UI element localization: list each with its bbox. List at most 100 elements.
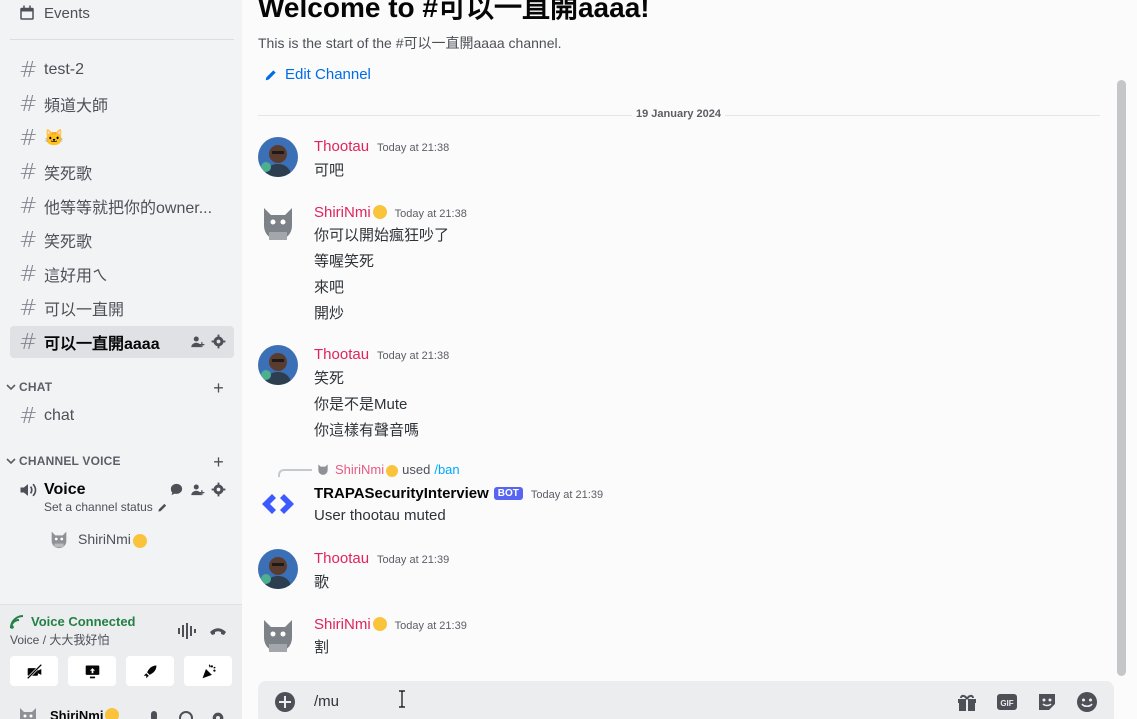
gear-icon[interactable] — [211, 482, 226, 497]
channel-label: chat — [44, 407, 75, 424]
cat-avatar-icon[interactable] — [258, 614, 298, 654]
face-emoji-icon — [132, 534, 147, 548]
message-text: 你可以開始瘋狂吵了 — [314, 227, 450, 244]
voice-connected-label: Voice Connected — [31, 614, 136, 629]
cat-avatar-icon — [51, 531, 67, 549]
channel-label: 可以一直開aaaa — [44, 336, 160, 353]
disconnect-icon[interactable] — [208, 621, 228, 641]
chat-bubble-icon[interactable] — [169, 482, 184, 497]
headphones-icon[interactable] — [178, 710, 194, 719]
sticker-icon[interactable] — [1036, 691, 1058, 713]
channel-item[interactable]: # 笑死歌 — [10, 224, 234, 256]
signal-icon — [10, 614, 24, 629]
emoji-icon[interactable] — [1076, 691, 1098, 713]
channel-item[interactable]: # 笑死歌 — [10, 156, 234, 188]
gear-icon[interactable] — [211, 334, 226, 349]
message-input[interactable]: /mu — [314, 693, 339, 710]
channel-label: 這好用ㄟ — [44, 268, 109, 285]
category-label: CHANNEL VOICE — [19, 454, 121, 468]
bot-avatar-icon[interactable] — [258, 484, 298, 524]
channel-item-active[interactable]: # 可以一直開aaaa — [10, 326, 234, 358]
cat-avatar-icon[interactable] — [258, 202, 298, 242]
camera-off-button[interactable] — [10, 656, 58, 686]
scrollbar-thumb[interactable] — [1117, 80, 1126, 676]
channel-label: 笑死歌 — [44, 166, 93, 183]
message-text: 來吧 — [314, 279, 345, 296]
channel-start-text: This is the start of the #可以一直開aaaa chan… — [258, 35, 562, 51]
user-panel: ShiriNmi — [0, 692, 242, 719]
microphone-icon[interactable] — [146, 710, 162, 719]
hash-icon: # — [19, 261, 38, 287]
hash-icon: # — [19, 227, 38, 253]
face-emoji-icon — [372, 205, 387, 219]
screen-share-button[interactable] — [68, 656, 116, 686]
user-avatar[interactable] — [258, 549, 298, 589]
events-label: Events — [44, 4, 90, 22]
pencil-icon — [158, 503, 166, 512]
edit-channel-label: Edit Channel — [285, 66, 371, 83]
user-name[interactable]: ShiriNmi — [50, 706, 120, 719]
noise-suppression-icon[interactable] — [176, 621, 196, 641]
invite-user-icon[interactable] — [190, 334, 205, 349]
gear-icon[interactable] — [210, 710, 226, 719]
channel-item[interactable]: # 頻道大師 — [10, 88, 234, 120]
party-icon — [202, 663, 216, 678]
voice-channel-item[interactable]: Voice — [10, 478, 234, 502]
add-channel-button[interactable]: + — [213, 452, 224, 473]
channel-item[interactable]: # 🐱 — [10, 122, 234, 154]
message-text: 笑死 — [314, 370, 345, 387]
activities-button[interactable] — [126, 656, 174, 686]
chevron-down-icon — [6, 458, 16, 465]
user-avatar[interactable] — [258, 345, 298, 385]
channel-label: 可以一直開 — [44, 302, 125, 319]
message-composer[interactable]: /mu GIF — [258, 681, 1114, 719]
chevron-down-icon — [6, 384, 16, 391]
channel-item[interactable]: # 可以一直開 — [10, 292, 234, 324]
pencil-icon — [265, 69, 276, 80]
hash-icon: # — [19, 193, 38, 219]
face-emoji-icon — [386, 465, 399, 477]
message-author[interactable]: ShiriNmi — [314, 203, 387, 221]
gif-icon[interactable]: GIF — [996, 691, 1018, 713]
screen-share-icon — [85, 665, 99, 678]
message-text: 你這樣有聲音嗎 — [314, 422, 420, 439]
category-chat[interactable]: CHAT + — [6, 378, 234, 398]
channel-item[interactable]: # 這好用ㄟ — [10, 258, 234, 290]
gift-icon[interactable] — [956, 691, 978, 713]
cat-avatar-icon[interactable] — [16, 704, 40, 719]
sidebar-divider — [10, 39, 234, 40]
message-author[interactable]: Thootau — [314, 138, 369, 155]
invite-user-icon[interactable] — [190, 482, 205, 497]
channel-status-button[interactable]: Set a channel status — [44, 500, 168, 514]
reply-spine — [278, 469, 312, 477]
user-avatar[interactable] — [258, 137, 298, 177]
soundboard-button[interactable] — [184, 656, 232, 686]
message-timestamp: Today at 21:38 — [377, 350, 450, 362]
reply-command[interactable]: /ban — [434, 462, 459, 477]
edit-channel-link[interactable]: Edit Channel — [264, 66, 371, 83]
add-attachment-icon[interactable] — [274, 691, 296, 713]
voice-participant[interactable]: ShiriNmi — [48, 528, 147, 550]
channel-welcome-title: Welcome to #可以一直開aaaa! — [258, 0, 650, 23]
channel-item-chat[interactable]: # chat — [10, 400, 234, 432]
message-timestamp: Today at 21:38 — [394, 208, 467, 220]
reply-used-text: used — [402, 461, 431, 477]
message-author[interactable]: Thootau — [314, 346, 369, 363]
voice-connected-subtitle[interactable]: Voice / 大大我好怕 — [10, 631, 109, 648]
message-author[interactable]: ShiriNmi — [314, 615, 387, 633]
voice-connected-title[interactable]: Voice Connected — [10, 614, 136, 629]
hash-icon: # — [19, 57, 38, 83]
channel-item[interactable]: # 他等等就把你的owner... — [10, 190, 234, 222]
events-item[interactable]: Events — [18, 2, 90, 24]
channel-label: 頻道大師 — [44, 98, 109, 115]
message-text: User thootau muted — [314, 507, 446, 524]
message-author-label: ShiriNmi — [314, 204, 371, 221]
category-channel-voice[interactable]: CHANNEL VOICE + — [6, 452, 234, 472]
add-channel-button[interactable]: + — [213, 378, 224, 399]
message-author[interactable]: Thootau — [314, 550, 369, 567]
message-timestamp: Today at 21:39 — [377, 554, 450, 566]
category-label: CHAT — [19, 380, 53, 394]
message-author[interactable]: TRAPASecurityInterview — [314, 485, 489, 502]
channel-item-test-2[interactable]: # test-2 — [10, 54, 234, 86]
command-reply-context[interactable]: ShiriNmi used /ban — [278, 461, 460, 477]
